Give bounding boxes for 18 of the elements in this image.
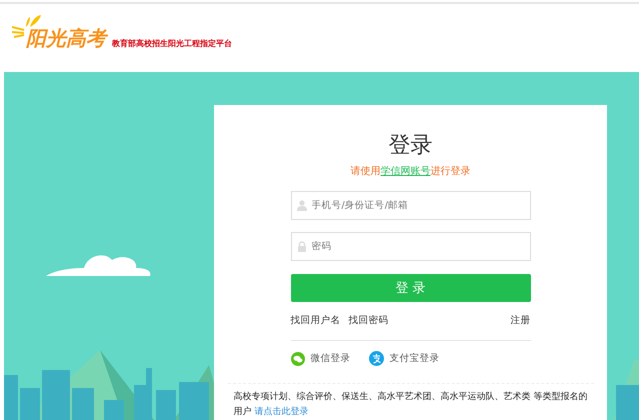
- notice-text: 高校专项计划、综合评价、保送生、高水平艺术团、高水平运动队、艺术类 等类型报名的用户 请点击此登录: [234, 390, 588, 419]
- password-field[interactable]: 密码: [290, 232, 530, 261]
- login-title: 登录: [388, 133, 432, 159]
- logo-text: 阳光高考: [26, 24, 106, 52]
- chat-bubbles-icon: [290, 352, 304, 366]
- login-hint: 请使用: [350, 164, 380, 178]
- social-login-link[interactable]: 支付宝登录: [368, 351, 440, 366]
- lock-icon: [296, 241, 306, 252]
- payment-icon: [368, 351, 384, 366]
- recovery-link[interactable]: 找回密码: [348, 314, 388, 327]
- recovery-link[interactable]: 找回用户名: [290, 314, 340, 327]
- account-field[interactable]: 手机号/身份证号/邮箱: [290, 191, 530, 220]
- register-link[interactable]: 注册: [510, 314, 530, 327]
- notice-link[interactable]: 请点击此登录: [254, 407, 308, 417]
- tagline: 教育部高校招生阳光工程指定平台: [112, 38, 232, 48]
- social-login-link[interactable]: 微信登录: [290, 351, 350, 366]
- login-hint: 进行登录: [430, 164, 470, 178]
- user-icon: [296, 200, 306, 211]
